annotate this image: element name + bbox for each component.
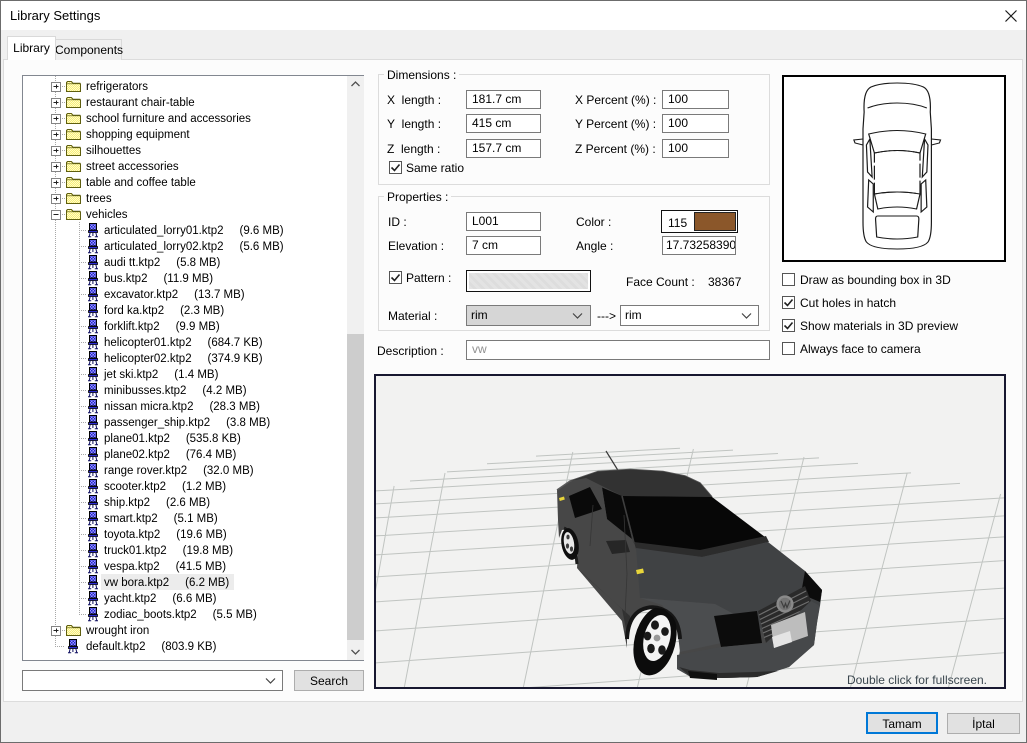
svg-text:vw bora.ktp2 (6.2 MB): vw bora.ktp2 (6.2 MB) [104,577,229,589]
svg-text:smart.ktp2 (5.1 MB): smart.ktp2 (5.1 MB) [104,513,218,525]
svg-text:helicopter01.ktp2 (684.7 K: helicopter01.ktp2 (684.7 KB) [104,337,263,349]
svg-text:school furniture and accessori: school furniture and accessories [86,113,251,125]
svg-text:wrought iron: wrought iron [85,625,149,637]
svg-text:forklift.ktp2 (9.9 MB): forklift.ktp2 (9.9 MB) [104,321,220,333]
svg-text:zodiac_boots.ktp2 (5.5 MB): zodiac_boots.ktp2 (5.5 MB) [104,609,257,621]
svg-text:trees: trees [86,193,112,205]
svg-text:street accessories: street accessories [86,161,179,173]
svg-text:yacht.ktp2 (6.6 MB): yacht.ktp2 (6.6 MB) [104,593,217,605]
svg-text:jet ski.ktp2 (1.4 MB): jet ski.ktp2 (1.4 MB) [103,369,219,381]
svg-text:toyota.ktp2 (19.6 MB): toyota.ktp2 (19.6 MB) [104,529,227,541]
svg-text:silhouettes: silhouettes [86,145,141,157]
svg-text:bus.ktp2 (11.9 MB): bus.ktp2 (11.9 MB) [104,273,213,285]
svg-text:vespa.ktp2 (41.5 MB): vespa.ktp2 (41.5 MB) [104,561,226,573]
svg-text:articulated_lorry02.ktp2 (: articulated_lorry02.ktp2 (5.6 MB) [104,241,284,253]
svg-text:passenger_ship.ktp2 (3.8 M: passenger_ship.ktp2 (3.8 MB) [104,417,270,429]
svg-text:scooter.ktp2 (1.2 MB): scooter.ktp2 (1.2 MB) [104,481,226,493]
svg-text:ship.ktp2 (2.6 MB): ship.ktp2 (2.6 MB) [104,497,210,509]
svg-text:minibusses.ktp2 (4.2 MB): minibusses.ktp2 (4.2 MB) [104,385,247,397]
svg-text:nissan micra.ktp2 (28.3 MB: nissan micra.ktp2 (28.3 MB) [104,401,260,413]
svg-text:shopping equipment: shopping equipment [86,129,190,141]
svg-text:ford ka.ktp2 (2.3 MB): ford ka.ktp2 (2.3 MB) [104,305,224,317]
svg-text:table and coffee table: table and coffee table [86,177,196,189]
svg-text:helicopter02.ktp2 (374.9 K: helicopter02.ktp2 (374.9 KB) [104,353,263,365]
svg-text:refrigerators: refrigerators [86,81,148,93]
svg-text:range rover.ktp2 (32.0 MB): range rover.ktp2 (32.0 MB) [104,465,254,477]
svg-text:audi tt.ktp2 (5.8 MB): audi tt.ktp2 (5.8 MB) [104,257,220,269]
svg-text:articulated_lorry01.ktp2 (: articulated_lorry01.ktp2 (9.6 MB) [104,225,284,237]
svg-text:excavator.ktp2 (13.7 MB): excavator.ktp2 (13.7 MB) [104,289,245,301]
svg-text:plane01.ktp2 (535.8 KB): plane01.ktp2 (535.8 KB) [104,433,241,445]
svg-text:plane02.ktp2 (76.4 MB): plane02.ktp2 (76.4 MB) [104,449,236,461]
svg-text:default.ktp2 (803.9 KB): default.ktp2 (803.9 KB) [86,641,217,653]
svg-text:vehicles: vehicles [86,209,128,221]
svg-text:restaurant chair-table: restaurant chair-table [86,97,195,109]
svg-text:truck01.ktp2 (19.8 MB): truck01.ktp2 (19.8 MB) [104,545,233,557]
